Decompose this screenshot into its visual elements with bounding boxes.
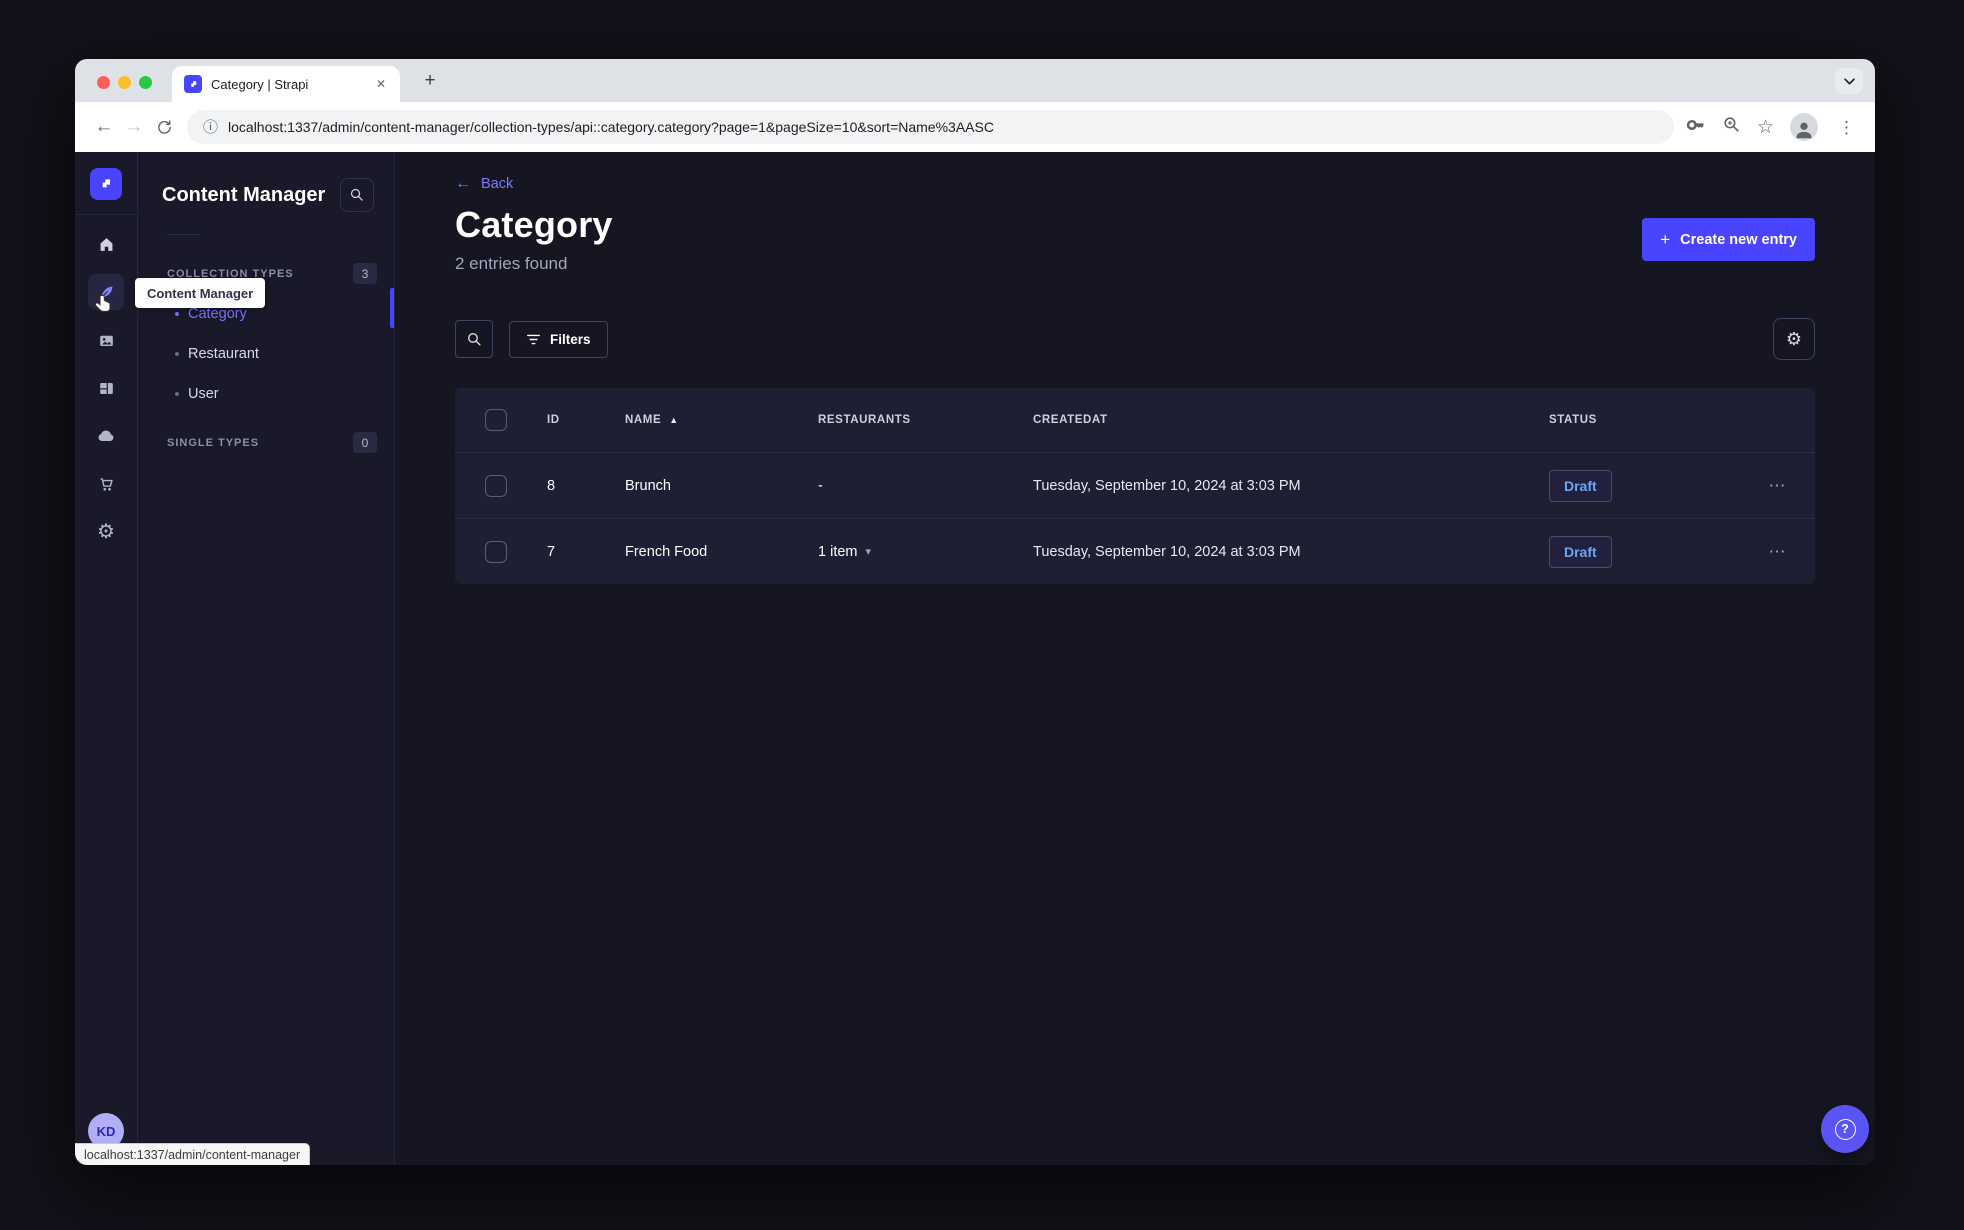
sidebar-item-user[interactable]: User <box>138 374 394 414</box>
browser-toolbar: ← → ⓘ localhost:1337/admin/content-manag… <box>75 102 1875 152</box>
url-text: localhost:1337/admin/content-manager/col… <box>228 119 994 135</box>
minimize-window-button[interactable] <box>118 76 131 89</box>
tab-title: Category | Strapi <box>211 76 309 92</box>
content-manager-tooltip: Content Manager <box>135 278 266 308</box>
password-manager-icon[interactable] <box>1686 115 1706 140</box>
row-actions-menu-icon[interactable]: ⋯ <box>1740 542 1815 562</box>
view-settings-gear-button[interactable]: ⚙ <box>1773 318 1815 360</box>
new-tab-button[interactable]: + <box>417 68 443 94</box>
cell-createdat: Tuesday, September 10, 2024 at 3:03 PM <box>1033 543 1301 560</box>
close-window-button[interactable] <box>97 76 110 89</box>
column-id[interactable]: ID <box>527 414 625 426</box>
browser-tab[interactable]: Category | Strapi ✕ <box>172 66 400 102</box>
cell-restaurants[interactable]: 1 item ▾ <box>818 544 1033 560</box>
entries-table: ID NAME ▲ RESTAURANTS CREATEDAT STATUS 8… <box>455 388 1815 584</box>
reload-button[interactable] <box>149 112 179 142</box>
main-area: ← Back Category 2 entries found + Create… <box>395 152 1875 1165</box>
sort-ascending-icon: ▲ <box>669 415 679 425</box>
collection-types-count-badge: 3 <box>353 263 377 284</box>
cell-restaurants: - <box>818 477 823 494</box>
nav-home-icon[interactable] <box>88 226 124 262</box>
panel-title: Content Manager <box>162 183 326 206</box>
toolbar-actions: ☆ ⋮ <box>1686 113 1861 141</box>
back-link[interactable]: ← Back <box>455 175 1815 193</box>
tab-close-icon[interactable]: ✕ <box>372 75 390 93</box>
plus-icon: + <box>1660 230 1671 249</box>
active-item-indicator <box>390 288 394 328</box>
rail-divider <box>75 214 138 215</box>
chevron-down-icon: ▾ <box>865 546 872 558</box>
status-badge: Draft <box>1549 469 1612 502</box>
table-header-row: ID NAME ▲ RESTAURANTS CREATEDAT STATUS <box>455 388 1815 452</box>
row-checkbox[interactable] <box>485 474 507 497</box>
cell-id: 8 <box>547 477 556 494</box>
status-badge: Draft <box>1549 535 1612 568</box>
bullet-icon <box>175 352 179 356</box>
site-info-icon[interactable]: ⓘ <box>203 120 218 135</box>
table-row[interactable]: 8 Brunch - Tuesday, September 10, 2024 a… <box>455 452 1815 518</box>
nav-marketplace-cart-icon[interactable] <box>88 466 124 502</box>
sidebar-item-restaurant[interactable]: Restaurant <box>138 334 394 374</box>
column-status[interactable]: STATUS <box>1549 414 1740 426</box>
help-button[interactable]: ? <box>1821 1105 1869 1153</box>
single-types-count-badge: 0 <box>353 432 377 453</box>
nav-content-type-builder-icon[interactable] <box>88 370 124 406</box>
zoom-find-icon[interactable] <box>1722 115 1741 139</box>
forward-button[interactable]: → <box>119 112 149 142</box>
column-restaurants[interactable]: RESTAURANTS <box>818 414 1033 426</box>
create-new-entry-button[interactable]: + Create new entry <box>1642 218 1815 261</box>
strapi-logo-icon[interactable] <box>90 168 122 200</box>
column-createdat[interactable]: CREATEDAT <box>1033 414 1549 426</box>
page-title: Category <box>455 204 613 245</box>
bullet-icon <box>175 392 179 396</box>
filter-icon <box>527 334 540 344</box>
panel-divider <box>167 234 200 235</box>
mouse-cursor-hand <box>92 294 112 321</box>
column-name[interactable]: NAME ▲ <box>625 414 818 426</box>
cell-createdat: Tuesday, September 10, 2024 at 3:03 PM <box>1033 477 1301 494</box>
question-mark-icon: ? <box>1834 1118 1856 1140</box>
filters-button[interactable]: Filters <box>509 320 608 358</box>
panel-search-button[interactable] <box>340 178 374 212</box>
browser-profile-avatar[interactable] <box>1790 113 1818 141</box>
cell-name: French Food <box>625 543 708 560</box>
strapi-favicon-icon <box>184 75 202 93</box>
tab-search-chevron-icon[interactable] <box>1835 68 1863 94</box>
bookmark-star-icon[interactable]: ☆ <box>1757 118 1774 137</box>
tab-strip: Category | Strapi ✕ + <box>75 59 1875 102</box>
nav-deploy-cloud-icon[interactable] <box>88 418 124 454</box>
table-row[interactable]: 7 French Food 1 item ▾ Tuesday, Septembe… <box>455 518 1815 584</box>
cell-id: 7 <box>547 543 556 560</box>
link-preview-status-bar: localhost:1337/admin/content-manager <box>75 1143 311 1165</box>
browser-menu-kebab-icon[interactable]: ⋮ <box>1834 119 1859 136</box>
app-content: ⚙ KD Content Manager COLLECTION TYPES 3 … <box>75 152 1875 1165</box>
nav-settings-gear-icon[interactable]: ⚙ <box>88 514 124 550</box>
url-bar[interactable]: ⓘ localhost:1337/admin/content-manager/c… <box>187 110 1674 144</box>
bullet-icon <box>175 312 179 316</box>
browser-window: Category | Strapi ✕ + ← → ⓘ localhost:13… <box>75 59 1875 1165</box>
row-actions-menu-icon[interactable]: ⋯ <box>1740 476 1815 496</box>
entries-count: 2 entries found <box>455 254 568 273</box>
row-checkbox[interactable] <box>485 540 507 563</box>
select-all-checkbox[interactable] <box>485 409 507 431</box>
back-arrow-icon: ← <box>455 175 471 192</box>
cell-name: Brunch <box>625 477 671 494</box>
window-controls <box>97 76 152 89</box>
nav-media-library-icon[interactable] <box>88 322 124 358</box>
table-search-button[interactable] <box>455 320 493 358</box>
maximize-window-button[interactable] <box>139 76 152 89</box>
single-types-label: SINGLE TYPES <box>167 436 260 449</box>
back-button[interactable]: ← <box>89 112 119 142</box>
